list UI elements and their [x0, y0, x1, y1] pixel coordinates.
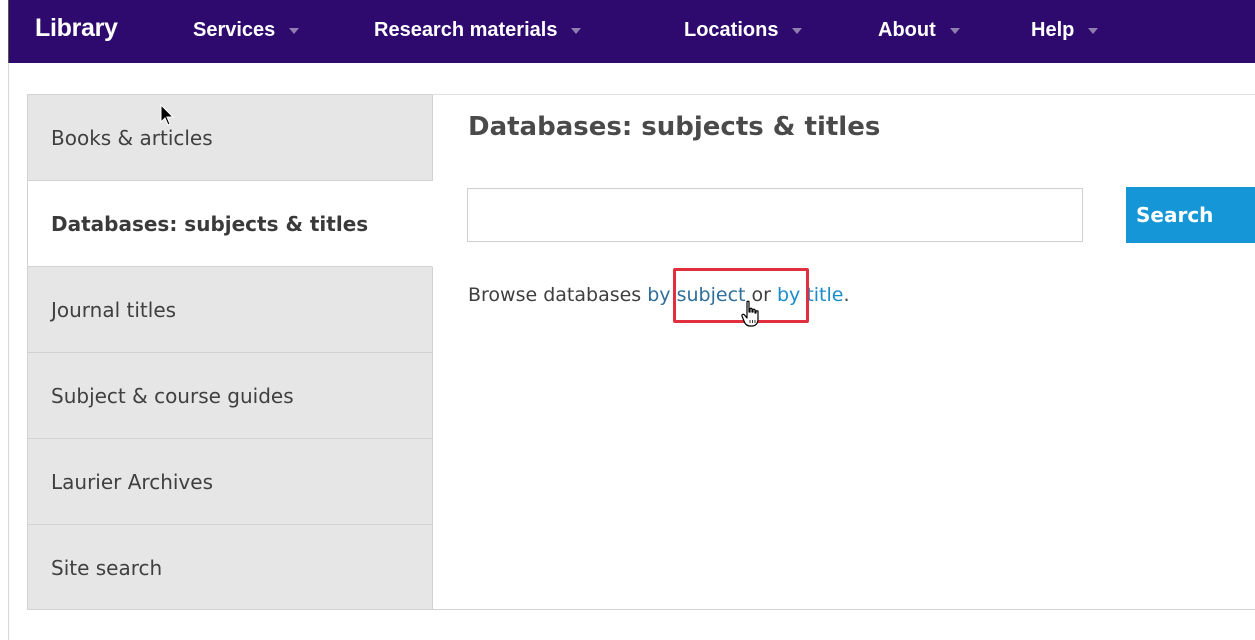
- nav-help[interactable]: Help: [1031, 17, 1099, 43]
- nav-services-label: Services: [193, 18, 276, 41]
- nav-research-materials-label: Research materials: [374, 18, 558, 41]
- browse-databases-text: Browse databases by subject or by title.: [468, 284, 850, 306]
- sidebar-item-databases[interactable]: Databases: subjects & titles: [28, 181, 433, 267]
- page-title: Databases: subjects & titles: [468, 112, 881, 142]
- nav-help-label: Help: [1031, 18, 1075, 41]
- caret-down-icon: [792, 28, 803, 34]
- sidebar-item-journal-titles[interactable]: Journal titles: [28, 267, 432, 353]
- nav-about[interactable]: About: [878, 17, 960, 43]
- sidebar-item-laurier-archives[interactable]: Laurier Archives: [28, 439, 432, 525]
- sidebar-item-label: Databases: subjects & titles: [51, 211, 369, 236]
- library-brand-link[interactable]: Library: [35, 14, 118, 43]
- caret-down-icon: [289, 28, 300, 34]
- sidebar-item-label: Site search: [51, 556, 163, 580]
- sidebar-item-label: Subject & course guides: [51, 383, 294, 408]
- top-navigation-bar: Library Services Research materials Loca…: [8, 0, 1255, 63]
- caret-down-icon: [571, 28, 582, 34]
- sidebar-item-books-articles[interactable]: Books & articles: [28, 95, 432, 181]
- browse-prefix: Browse databases: [468, 284, 648, 306]
- browse-suffix: .: [843, 284, 850, 306]
- sidebar-item-label: Books & articles: [51, 125, 213, 150]
- sidebar-item-label: Laurier Archives: [51, 469, 213, 494]
- browse-by-title-link[interactable]: by title: [777, 284, 844, 306]
- hand-cursor-icon: [741, 300, 759, 327]
- arrow-cursor-icon: [160, 104, 175, 126]
- database-search-input[interactable]: [467, 188, 1083, 242]
- nav-locations[interactable]: Locations: [684, 17, 803, 43]
- nav-about-label: About: [878, 18, 936, 41]
- browse-by-subject-link[interactable]: by subject: [647, 284, 745, 306]
- sidebar: Books & articles Databases: subjects & t…: [27, 94, 433, 610]
- nav-locations-label: Locations: [684, 18, 779, 41]
- main-content-panel: [432, 94, 1255, 610]
- nav-research-materials[interactable]: Research materials: [374, 17, 582, 43]
- nav-services[interactable]: Services: [193, 17, 300, 43]
- sidebar-item-subject-course-guides[interactable]: Subject & course guides: [28, 353, 432, 439]
- sidebar-item-site-search[interactable]: Site search: [28, 525, 432, 611]
- search-button[interactable]: Search: [1126, 187, 1255, 243]
- caret-down-icon: [1088, 28, 1099, 34]
- caret-down-icon: [949, 28, 960, 34]
- sidebar-item-label: Journal titles: [51, 297, 177, 322]
